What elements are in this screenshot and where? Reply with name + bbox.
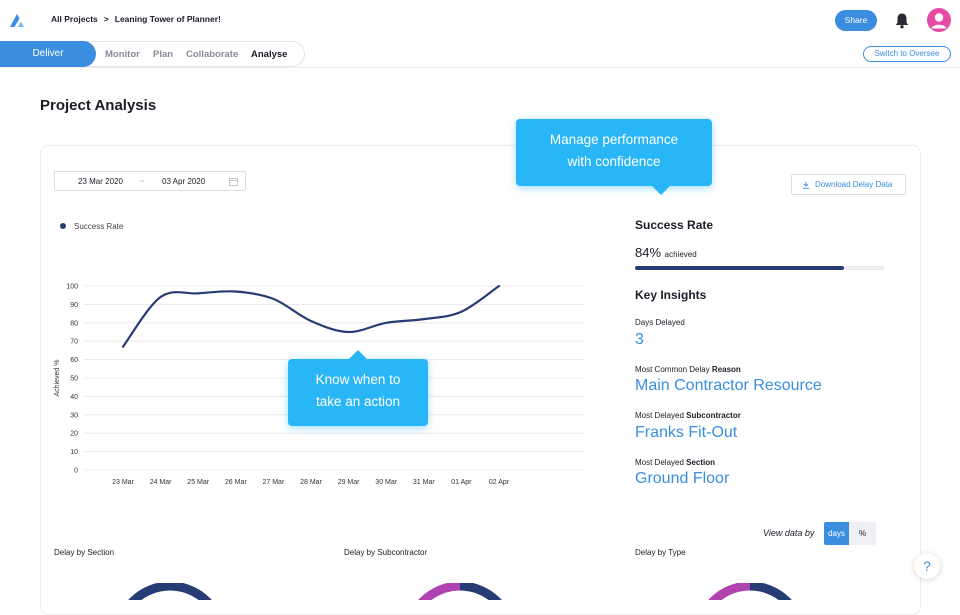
y-tick-label: 20 [70,431,78,438]
breadcrumb: All Projects > Leaning Tower of Planner! [51,14,221,24]
x-tick-label: 25 Mar [187,479,209,486]
delayed-section-label-prefix: Most Delayed [635,458,687,467]
success-rate-progress-bar [635,266,884,270]
user-icon [931,13,947,29]
tooltip-chart-line1: Know when to [315,372,401,387]
tooltip-arrow [652,186,670,195]
tab-analyse[interactable]: Analyse [251,49,287,60]
date-range-picker[interactable]: 23 Mar 2020 ~ 03 Apr 2020 [54,171,246,191]
y-tick-label: 50 [70,376,78,383]
y-tick-label: 100 [66,284,78,291]
tooltip-chart-line2: take an action [315,394,401,409]
chart-legend: Success Rate [60,222,123,231]
success-rate-heading: Success Rate [635,218,714,232]
x-tick-label: 01 Apr [451,479,472,486]
days-delayed-label: Days Delayed [635,318,685,327]
view-data-label: View data by [763,528,815,538]
view-days-toggle[interactable]: days [824,522,849,545]
success-rate-percent: 84% [635,245,662,260]
tab-plan[interactable]: Plan [153,49,173,60]
delayed-section-label: Most Delayed Section [635,458,715,467]
tooltip-manage-performance: Manage performance with confidence [516,119,712,195]
breadcrumb-current-project: Leaning Tower of Planner! [114,14,221,24]
success-rate-line [121,284,501,348]
x-tick-label: 31 Mar [413,479,435,486]
x-tick-label: 02 Apr [489,479,510,486]
donut-segment[interactable] [118,583,222,600]
legend-swatch [60,223,66,229]
notifications-bell-icon[interactable] [894,12,910,29]
delayed-subcontractor-label-bold: Subcontractor [686,411,741,420]
delay-reason-label-prefix: Most Common Delay [635,365,712,374]
date-from[interactable]: 23 Mar 2020 [78,177,123,186]
delay-by-type-title: Delay by Type [635,548,686,557]
breadcrumb-all-projects[interactable]: All Projects [51,14,98,24]
download-label: Download Delay Data [815,180,893,189]
x-tick-label: 26 Mar [225,479,247,486]
help-button[interactable]: ? [914,553,940,579]
delay-reason-value: Main Contractor Resource [635,377,822,394]
app-logo-icon[interactable] [8,11,26,29]
donut-segment[interactable] [749,583,802,600]
donut-segment[interactable] [698,583,751,600]
top-bar: All Projects > Leaning Tower of Planner! S… [0,0,960,40]
success-rate-progress-fill [635,266,845,270]
breadcrumb-separator: > [103,14,109,24]
delay-by-subcontractor-title: Delay by Subcontractor [344,548,428,557]
delay-by-subcontractor-donut[interactable] [405,583,515,600]
y-tick-label: 40 [70,394,78,401]
y-tick-label: 60 [70,357,78,364]
x-tick-label: 29 Mar [338,479,360,486]
tab-deliver[interactable]: Deliver [0,41,96,67]
days-delayed-value: 3 [635,331,644,348]
tooltip-know-when: Know when to take an action [288,350,428,426]
tooltip-top-line1: Manage performance [549,132,679,147]
y-tick-label: 80 [70,320,78,327]
y-tick-label: 70 [70,339,78,346]
tab-collaborate[interactable]: Collaborate [186,49,238,60]
switch-to-oversee-button[interactable]: Switch to Oversee [863,46,951,62]
date-to[interactable]: 03 Apr 2020 [162,177,205,186]
y-tick-label: 10 [70,449,78,456]
download-icon [802,181,810,189]
delay-reason-label-bold: Reason [711,365,741,374]
delayed-subcontractor-value: Franks Fit-Out [635,424,738,441]
delayed-section-value: Ground Floor [635,470,730,487]
donut-segment[interactable] [459,583,512,600]
tooltip-arrow [349,350,367,359]
calendar-icon[interactable] [229,177,238,186]
donut-segment[interactable] [408,583,461,600]
success-rate-value: 84% achieved [635,245,697,260]
y-tick-label: 30 [70,412,78,419]
share-button[interactable]: Share [835,10,877,31]
success-rate-suffix: achieved [664,250,697,259]
delayed-subcontractor-label: Most Delayed Subcontractor [635,411,741,420]
tab-monitor[interactable]: Monitor [105,49,140,60]
x-tick-label: 30 Mar [375,479,397,486]
y-tick-label: 90 [70,302,78,309]
legend-label: Success Rate [74,222,124,231]
delayed-subcontractor-label-prefix: Most Delayed [635,411,687,420]
view-percent-toggle[interactable]: % [849,522,876,545]
key-insights-heading: Key Insights [635,288,707,302]
download-delay-data-button[interactable]: Download Delay Data [791,174,906,195]
tooltip-top-line2: with confidence [567,154,661,169]
x-tick-label: 23 Mar [112,479,134,486]
nav-row: Deliver Monitor Plan Collaborate Analyse [0,40,960,68]
page-title: Project Analysis [40,97,157,114]
delay-by-type-donut[interactable] [695,583,805,600]
delay-by-section-donut[interactable] [115,583,225,600]
x-tick-label: 28 Mar [300,479,322,486]
user-avatar[interactable] [927,8,951,32]
x-tick-label: 24 Mar [150,479,172,486]
y-axis-label: Achieved % [54,360,61,397]
y-tick-label: 0 [74,468,78,475]
delayed-section-label-bold: Section [686,458,716,467]
delay-by-section-title: Delay by Section [54,548,115,557]
date-separator: ~ [140,177,145,186]
x-tick-label: 27 Mar [263,479,285,486]
delay-reason-label: Most Common Delay Reason [635,365,741,374]
